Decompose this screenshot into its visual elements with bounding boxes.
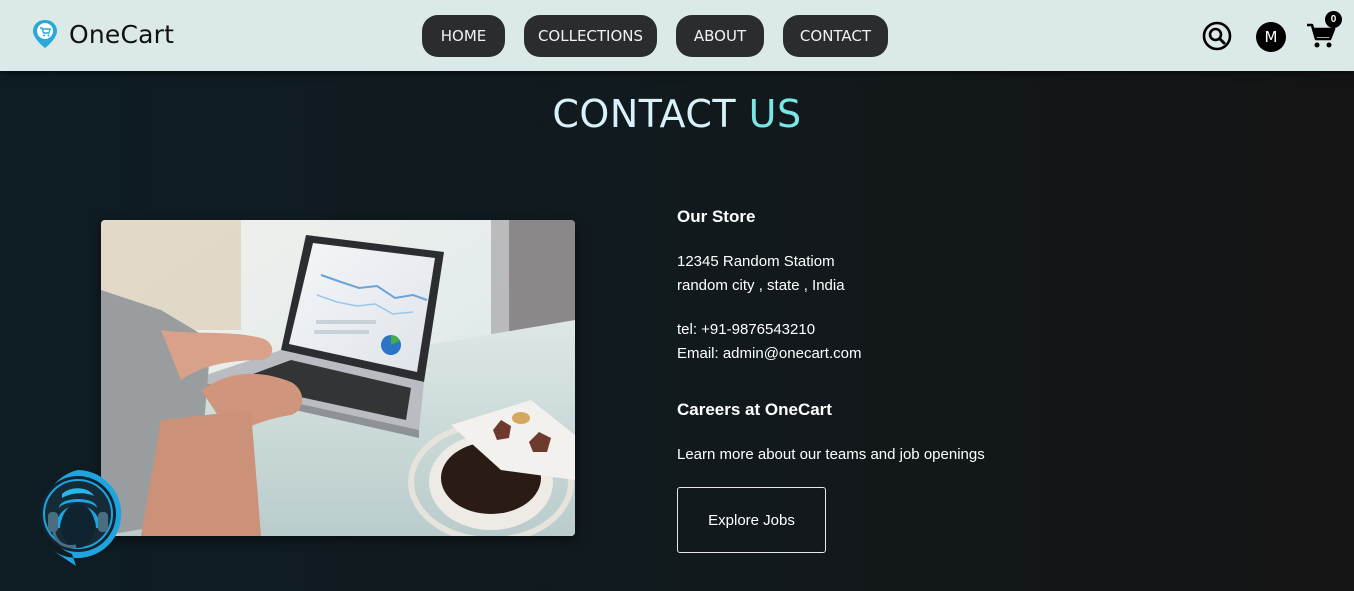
page-title-accent: US <box>748 92 802 136</box>
store-email: Email: admin@onecart.com <box>677 345 862 362</box>
cart-count-badge: 0 <box>1325 11 1342 28</box>
careers-text: Learn more about our teams and job openi… <box>677 446 985 463</box>
page-title-main: CONTACT <box>552 92 737 136</box>
store-phone: tel: +91-9876543210 <box>677 321 816 338</box>
nav-contact-button[interactable]: CONTACT <box>783 15 888 57</box>
user-avatar[interactable]: M <box>1256 22 1286 52</box>
store-title: Our Store <box>677 207 756 226</box>
page-title: CONTACT US <box>0 92 1354 136</box>
logo-icon <box>33 20 57 48</box>
careers-title: Careers at OneCart <box>677 400 832 419</box>
explore-jobs-button[interactable]: Explore Jobs <box>677 487 826 553</box>
contact-photo <box>101 220 575 536</box>
navbar: OneCart HOME COLLECTIONS ABOUT CONTACT M… <box>0 0 1354 71</box>
store-address-line1: 12345 Random Statiom <box>677 253 835 270</box>
store-address-line2: random city , state , India <box>677 277 845 294</box>
nav-links: HOME COLLECTIONS ABOUT CONTACT <box>422 15 907 57</box>
search-icon[interactable] <box>1202 21 1232 51</box>
nav-collections-button[interactable]: COLLECTIONS <box>524 15 657 57</box>
brand-name: OneCart <box>69 19 175 49</box>
nav-about-button[interactable]: ABOUT <box>676 15 764 57</box>
nav-home-button[interactable]: HOME <box>422 15 505 57</box>
customer-support-icon[interactable] <box>32 468 124 568</box>
brand-logo[interactable]: OneCart <box>31 19 174 49</box>
